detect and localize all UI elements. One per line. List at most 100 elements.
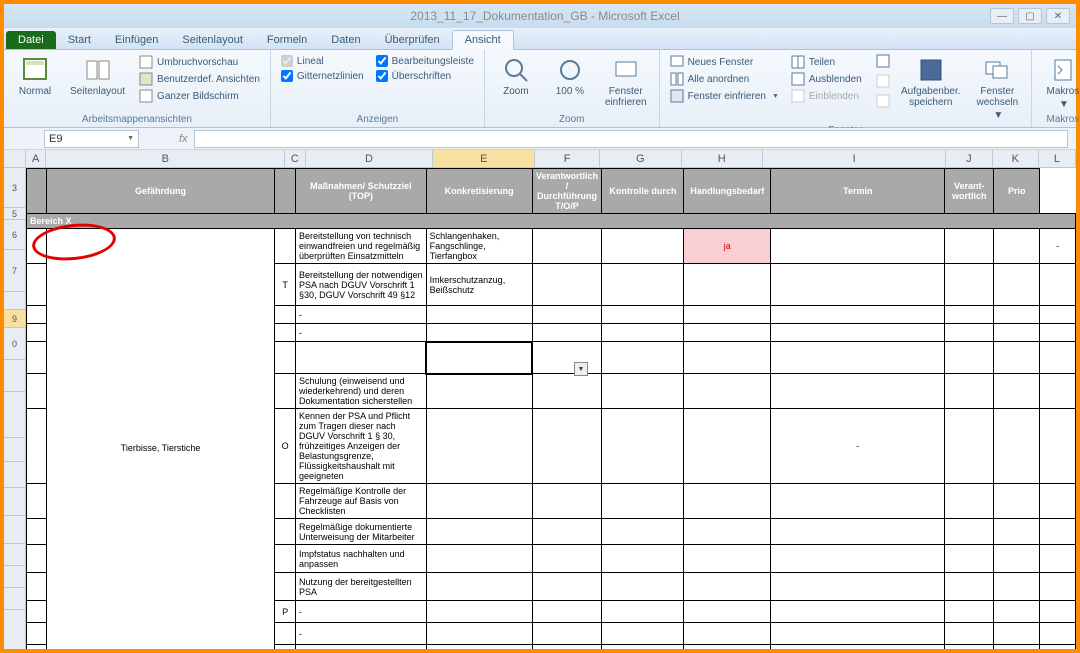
column-header-E[interactable]: E xyxy=(433,150,535,167)
cell[interactable] xyxy=(602,264,684,306)
cell-dropdown-button[interactable]: ▼ xyxy=(574,362,588,376)
cell[interactable] xyxy=(27,409,47,484)
cell[interactable] xyxy=(771,519,945,545)
gridlines-checkbox[interactable]: Gitternetzlinien xyxy=(279,69,366,83)
konkretisierung-cell[interactable] xyxy=(426,601,532,623)
cell[interactable] xyxy=(1040,484,1076,519)
column-header-G[interactable]: G xyxy=(600,150,681,167)
cell[interactable] xyxy=(945,409,994,484)
cell[interactable] xyxy=(532,264,602,306)
cell[interactable] xyxy=(1040,601,1076,623)
row-header[interactable] xyxy=(4,360,25,392)
row-header[interactable] xyxy=(4,544,25,566)
cell[interactable] xyxy=(602,324,684,342)
cell[interactable] xyxy=(945,306,994,324)
cell[interactable] xyxy=(532,484,602,519)
full-screen-button[interactable]: Ganzer Bildschirm xyxy=(137,88,262,104)
measure-cell[interactable]: Regelmäßige dokumentierte Unterweisung d… xyxy=(296,519,427,545)
cell[interactable] xyxy=(771,324,945,342)
top-marker-cell[interactable]: P xyxy=(275,601,296,623)
cell[interactable] xyxy=(684,645,771,650)
cell[interactable] xyxy=(532,623,602,645)
cell[interactable] xyxy=(532,229,602,264)
measure-cell[interactable] xyxy=(296,342,427,374)
konkretisierung-cell[interactable] xyxy=(426,374,532,409)
cell[interactable] xyxy=(994,484,1040,519)
cell[interactable]: - xyxy=(771,409,945,484)
cell[interactable] xyxy=(1040,645,1076,650)
cell[interactable] xyxy=(532,545,602,573)
cell[interactable]: - xyxy=(1040,229,1076,264)
column-header-C[interactable]: C xyxy=(285,150,305,167)
cell[interactable] xyxy=(602,623,684,645)
minimize-button[interactable]: — xyxy=(990,8,1014,24)
cell[interactable] xyxy=(602,229,684,264)
cell[interactable] xyxy=(771,645,945,650)
cell[interactable] xyxy=(602,374,684,409)
cell[interactable] xyxy=(994,229,1040,264)
cell[interactable] xyxy=(532,601,602,623)
cell[interactable] xyxy=(27,374,47,409)
top-marker-cell[interactable] xyxy=(275,623,296,645)
top-marker-cell[interactable] xyxy=(275,645,296,650)
row-header[interactable] xyxy=(4,292,25,310)
headings-checkbox[interactable]: Überschriften xyxy=(374,69,476,83)
split-button[interactable]: Teilen xyxy=(789,54,864,70)
cell[interactable] xyxy=(771,264,945,306)
row-header[interactable] xyxy=(4,488,25,516)
top-marker-cell[interactable] xyxy=(275,519,296,545)
sync-scroll-icon[interactable] xyxy=(876,74,890,88)
column-header-D[interactable]: D xyxy=(306,150,434,167)
column-header-K[interactable]: K xyxy=(993,150,1039,167)
cell[interactable] xyxy=(771,484,945,519)
column-header-B[interactable]: B xyxy=(46,150,285,167)
top-marker-cell[interactable]: T xyxy=(275,264,296,306)
cell[interactable] xyxy=(771,601,945,623)
measure-cell[interactable]: Nutzung der bereitgestellten PSA xyxy=(296,573,427,601)
save-workspace-button[interactable]: Aufgabenber. speichern xyxy=(898,54,964,110)
gefaehrdung-cell[interactable]: Tierbisse, Tierstiche xyxy=(46,229,274,650)
cell[interactable] xyxy=(27,623,47,645)
measure-cell[interactable]: Regelmäßige Kontrolle der Fahrzeuge auf … xyxy=(296,484,427,519)
tab-ansicht[interactable]: Ansicht xyxy=(452,30,514,50)
cell[interactable] xyxy=(532,306,602,324)
konkretisierung-cell[interactable] xyxy=(426,519,532,545)
cell[interactable] xyxy=(771,623,945,645)
headings-input[interactable] xyxy=(376,70,388,82)
cell[interactable] xyxy=(945,484,994,519)
cell[interactable] xyxy=(27,573,47,601)
top-marker-cell[interactable] xyxy=(275,324,296,342)
top-marker-cell[interactable] xyxy=(275,545,296,573)
fx-label[interactable]: fx xyxy=(179,133,188,145)
custom-views-button[interactable]: Benutzerdef. Ansichten xyxy=(137,71,262,87)
konkretisierung-cell[interactable]: Imkerschutzanzug, Beißschutz xyxy=(426,264,532,306)
cell[interactable] xyxy=(945,229,994,264)
ruler-input[interactable] xyxy=(281,55,293,67)
formula-bar-input[interactable] xyxy=(376,55,388,67)
formula-bar-input[interactable] xyxy=(194,130,1068,148)
row-header[interactable]: 6 xyxy=(4,220,25,250)
cell[interactable] xyxy=(684,374,771,409)
cell[interactable] xyxy=(532,519,602,545)
cell[interactable] xyxy=(945,545,994,573)
cell[interactable] xyxy=(1040,324,1076,342)
cell[interactable] xyxy=(1040,264,1076,306)
cell[interactable] xyxy=(684,409,771,484)
formula-bar-checkbox[interactable]: Bearbeitungsleiste xyxy=(374,54,476,68)
cell[interactable] xyxy=(27,484,47,519)
cell[interactable] xyxy=(27,306,47,324)
konkretisierung-cell[interactable] xyxy=(426,324,532,342)
name-box[interactable]: E9▼ xyxy=(44,130,139,148)
cell[interactable] xyxy=(684,623,771,645)
tab-formeln[interactable]: Formeln xyxy=(255,31,319,49)
konkretisierung-cell[interactable] xyxy=(426,645,532,650)
cell[interactable] xyxy=(684,324,771,342)
cell[interactable] xyxy=(532,374,602,409)
cell[interactable] xyxy=(684,601,771,623)
cell[interactable] xyxy=(602,573,684,601)
measure-cell[interactable]: - xyxy=(296,645,427,650)
konkretisierung-cell[interactable] xyxy=(426,306,532,324)
gridlines-input[interactable] xyxy=(281,70,293,82)
cell[interactable] xyxy=(684,264,771,306)
measure-cell[interactable]: Kennen der PSA und Pflicht zum Tragen di… xyxy=(296,409,427,484)
